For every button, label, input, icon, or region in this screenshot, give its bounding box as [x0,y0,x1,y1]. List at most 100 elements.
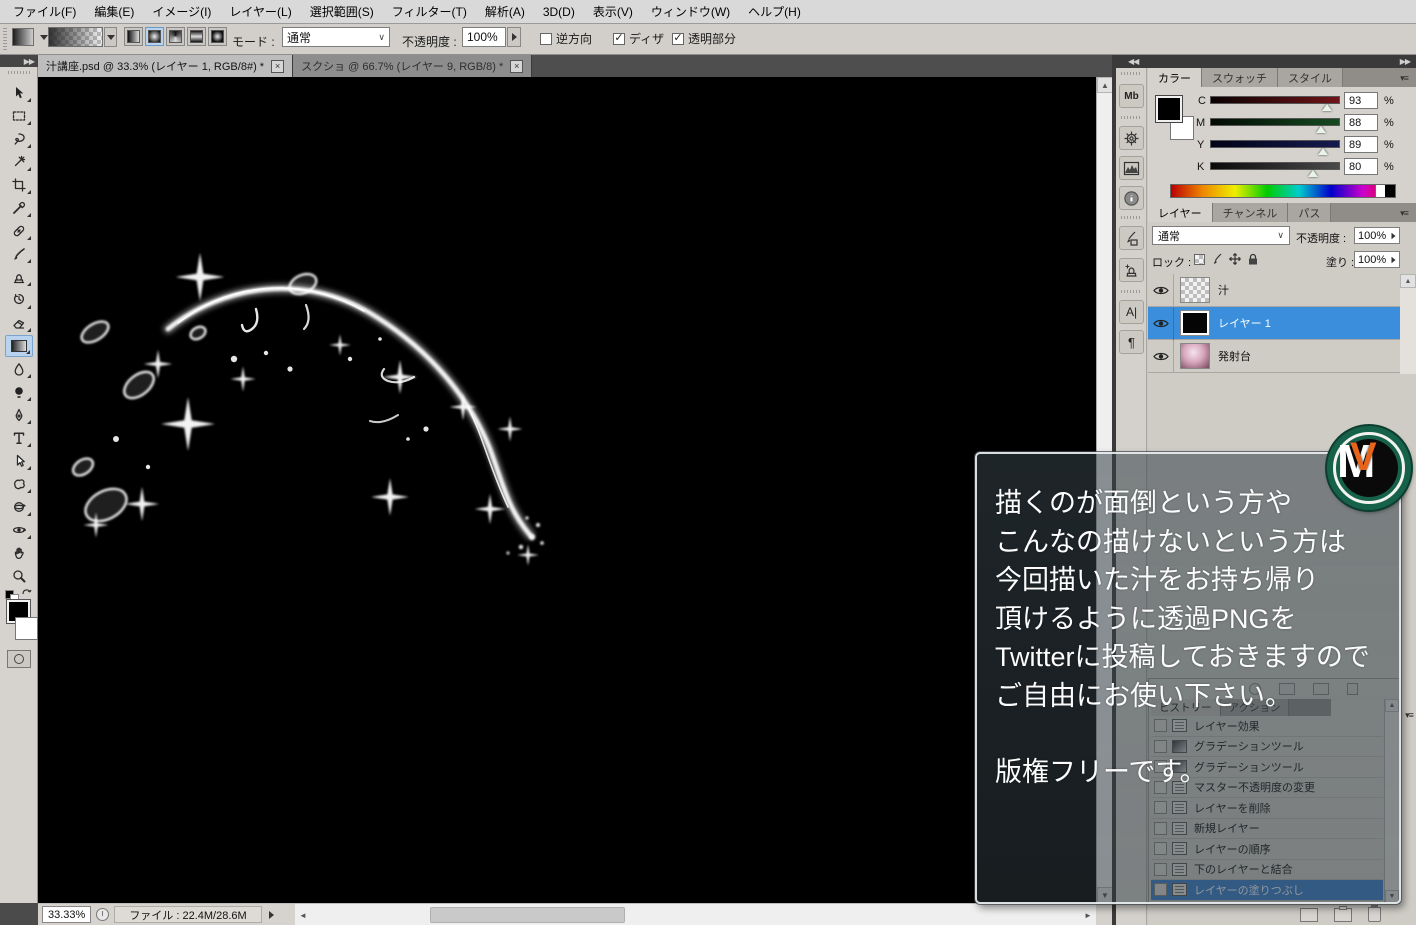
tab-channels[interactable]: チャンネル [1213,203,1289,222]
lock-all-button[interactable] [1246,252,1260,266]
collapse-right-icon[interactable]: ▶▶ [1400,57,1410,66]
zoom-tool[interactable] [5,565,33,587]
menu-view[interactable]: 表示(V) [584,0,642,24]
horizontal-scroll-thumb[interactable] [430,907,625,923]
3d-orbit-tool[interactable] [5,519,33,541]
layer-row-hasshadai[interactable]: 発射台 [1148,340,1400,373]
slider-value-m[interactable]: 88 [1344,114,1378,131]
magic-wand-tool[interactable] [5,151,33,173]
tab-layers[interactable]: レイヤー [1148,203,1213,222]
gradient-preview[interactable] [48,27,103,47]
strip-grip[interactable] [1121,290,1142,293]
dodge-tool[interactable] [5,381,33,403]
layer-row-shiru[interactable]: 汁 [1148,274,1400,307]
scroll-left-icon[interactable]: ◄ [295,906,311,924]
layer-row-layer1-selected[interactable]: レイヤー 1 [1148,307,1400,340]
lasso-tool[interactable] [5,128,33,150]
layer-thumbnail[interactable] [1180,277,1210,303]
layers-scrollbar[interactable]: ▲ [1400,274,1416,374]
slider-thumb-c[interactable] [1322,104,1332,111]
slider-value-y[interactable]: 89 [1344,136,1378,153]
delete-state-button[interactable] [1368,907,1381,922]
background-color-swatch[interactable] [15,617,38,640]
lock-position-button[interactable] [1228,252,1242,266]
menu-edit[interactable]: 編集(E) [85,0,143,24]
fill-field[interactable]: 100% [1354,251,1400,268]
menu-filter[interactable]: フィルター(T) [383,0,476,24]
slider-thumb-y[interactable] [1318,148,1328,155]
crop-tool[interactable] [5,174,33,196]
character-panel-button[interactable]: A| [1119,300,1144,324]
menu-file[interactable]: ファイル(F) [4,0,85,24]
new-snapshot-button[interactable] [1334,908,1352,922]
marquee-tool[interactable] [5,105,33,127]
clone-source-panel-button[interactable] [1119,258,1144,282]
new-document-from-state-button[interactable] [1300,908,1318,922]
reverse-checkbox[interactable] [540,33,552,45]
histogram-panel-button[interactable] [1119,156,1144,180]
info-panel-button[interactable] [1119,186,1144,210]
eraser-tool[interactable] [5,312,33,334]
layers-panel-menu-icon[interactable] [1396,206,1412,220]
slider-thumb-k[interactable] [1308,170,1318,177]
linear-gradient-button[interactable] [124,27,143,46]
toolbox-grip[interactable] [8,71,30,74]
spectrum-black-swatch[interactable] [1385,185,1395,197]
dock-header[interactable]: ◀◀ ▶▶ [1116,55,1416,68]
paragraph-panel-button[interactable]: ¶ [1119,330,1144,354]
menu-select[interactable]: 選択範囲(S) [301,0,383,24]
document-tab-inactive[interactable]: スクショ @ 66.7% (レイヤー 9, RGB/8) * × [293,55,532,77]
menu-image[interactable]: イメージ(I) [143,0,220,24]
visibility-toggle[interactable] [1148,307,1174,340]
menu-help[interactable]: ヘルプ(H) [739,0,810,24]
tool-preset-picker[interactable] [12,28,48,46]
transparency-checkbox[interactable] [672,33,684,45]
diamond-gradient-button[interactable] [208,27,227,46]
blend-mode-select[interactable]: 通常 ∨ [1152,226,1290,245]
menu-analysis[interactable]: 解析(A) [476,0,534,24]
lock-pixels-button[interactable] [1210,252,1224,266]
history-brush-tool[interactable] [5,289,33,311]
move-tool[interactable] [5,82,33,104]
toolbox-header[interactable]: ▶▶ [0,55,38,67]
brush-tool[interactable] [5,243,33,265]
type-tool[interactable] [5,427,33,449]
menu-window[interactable]: ウィンドウ(W) [642,0,739,24]
tool-presets-panel-button[interactable] [1119,226,1144,250]
pen-tool[interactable] [5,404,33,426]
menu-3d[interactable]: 3D(D) [534,1,584,23]
radial-gradient-button[interactable] [145,27,164,46]
tab-color[interactable]: カラー [1148,68,1202,87]
transparency-option[interactable]: 透明部分 [672,30,736,47]
collapse-left-icon[interactable]: ◀◀ [1128,57,1138,66]
slider-bar-k[interactable] [1210,162,1340,170]
visibility-toggle[interactable] [1148,274,1174,307]
layers-opacity-field[interactable]: 100% [1354,227,1400,244]
options-bar-handle[interactable] [3,28,7,52]
opacity-slider-button[interactable] [507,27,521,47]
visibility-toggle[interactable] [1148,340,1174,373]
scroll-up-icon[interactable]: ▲ [1097,77,1113,93]
3d-rotate-tool[interactable] [5,496,33,518]
healing-brush-tool[interactable] [5,220,33,242]
dither-checkbox[interactable] [613,33,625,45]
slider-bar-c[interactable] [1210,96,1340,104]
tab-paths[interactable]: パス [1288,203,1331,222]
layer-thumbnail[interactable] [1180,310,1210,336]
opacity-field[interactable]: 100% [462,27,506,47]
gradient-picker-arrow[interactable] [104,27,117,47]
clone-stamp-tool[interactable] [5,266,33,288]
lock-transparency-button[interactable] [1192,252,1206,266]
reverse-option[interactable]: 逆方向 [540,30,592,47]
angle-gradient-button[interactable] [166,27,185,46]
strip-grip[interactable] [1121,216,1142,219]
slider-value-k[interactable]: 80 [1344,158,1378,175]
zoom-level-field[interactable]: 33.33% [42,906,91,923]
slider-bar-y[interactable] [1210,140,1340,148]
mode-select[interactable]: 通常 ∨ [282,27,390,47]
mini-bridge-panel-button[interactable]: Mb [1119,84,1144,108]
close-icon[interactable]: × [271,60,284,73]
status-options-arrow-icon[interactable] [269,911,274,919]
scroll-up-icon[interactable]: ▲ [1400,274,1416,288]
reflected-gradient-button[interactable] [187,27,206,46]
